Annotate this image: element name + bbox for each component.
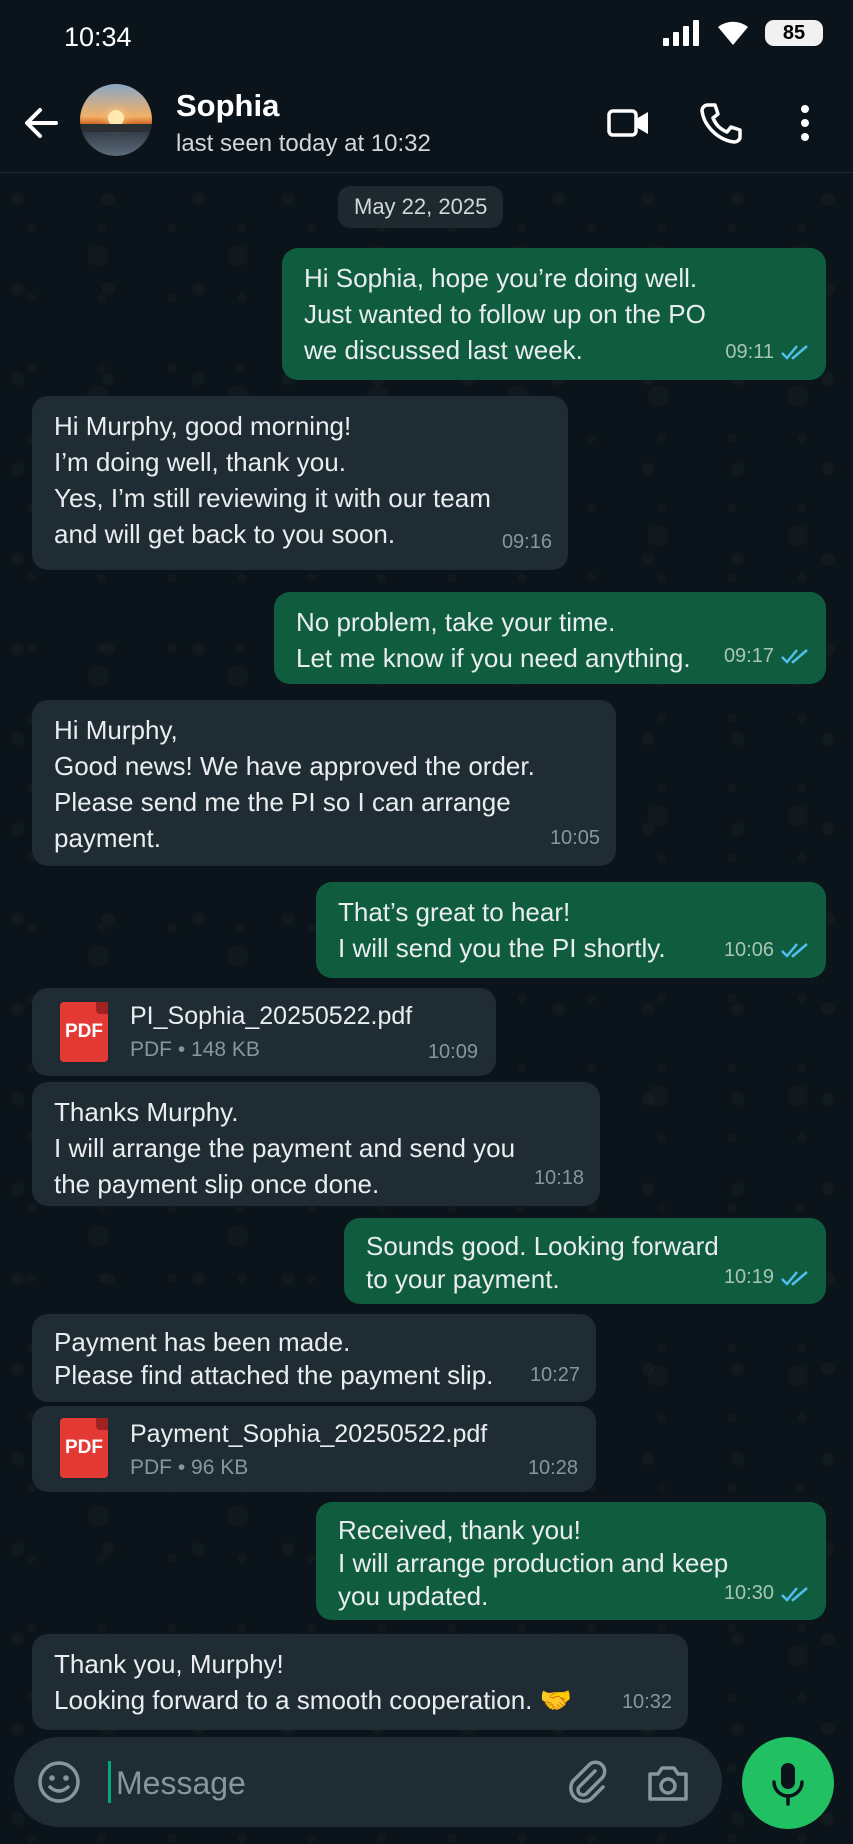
chat-header: Sophia last seen today at 10:32 [0,78,853,173]
contact-avatar[interactable] [80,84,152,156]
outgoing-message[interactable]: That’s great to hear! I will send you th… [316,882,826,978]
camera-icon[interactable] [644,1759,692,1807]
read-receipt-icon [781,649,808,664]
message-time: 10:28 [527,1457,578,1479]
message-text: Yes, I’m still reviewing it with our tea… [54,483,491,513]
attachment-info: PDF • 148 KB [130,1038,260,1061]
incoming-message[interactable]: Thanks Murphy. I will arrange the paymen… [32,1082,600,1206]
message-text: Looking forward to a smooth cooperation.… [54,1685,572,1715]
message-text: Payment has been made. [54,1327,351,1357]
message-text: No problem, take your time. [296,607,616,637]
incoming-message[interactable]: Payment has been made. Please find attac… [32,1314,596,1402]
message-text: Thank you, Murphy! [54,1649,284,1679]
attachment-filename: Payment_Sophia_20250522.pdf [130,1420,488,1448]
message-text: Hi Murphy, good morning! [54,411,352,441]
message-text: Thanks Murphy. [54,1097,239,1127]
attachment-filename: PI_Sophia_20250522.pdf [130,1002,413,1030]
status-icons: 85 [663,18,823,48]
pdf-attachment-message[interactable]: PDF Payment_Sophia_20250522.pdf PDF • 96… [32,1406,596,1492]
message-text: I will arrange the payment and send you [54,1133,516,1163]
message-time: 09:11 [725,341,774,363]
message-time: 10:19 [723,1266,774,1288]
back-arrow-icon[interactable] [20,102,62,144]
message-time: 09:17 [723,645,774,667]
message-text: Just wanted to follow up on the PO [304,299,706,329]
attachment-paperclip-icon[interactable] [562,1757,612,1807]
read-receipt-icon [781,1586,808,1602]
attachment-info: PDF • 96 KB [130,1456,249,1479]
message-time: 10:06 [723,939,774,961]
message-time: 10:30 [723,1582,774,1604]
outgoing-message[interactable]: Received, thank you! I will arrange prod… [316,1502,826,1620]
message-time: 10:18 [533,1167,584,1189]
message-time: 09:16 [501,531,552,553]
incoming-message[interactable]: Hi Murphy, Good news! We have approved t… [32,700,616,866]
message-time: 10:27 [529,1364,580,1386]
message-text: Sounds good. Looking forward [366,1231,719,1261]
date-separator: May 22, 2025 [338,186,504,228]
pdf-file-icon: PDF [60,1002,108,1062]
contact-last-seen: last seen today at 10:32 [176,130,431,157]
video-call-icon[interactable] [606,100,652,146]
message-text: Hi Murphy, [54,715,178,745]
outgoing-message[interactable]: No problem, take your time. Let me know … [274,592,826,684]
battery-indicator: 85 [765,20,823,46]
wifi-icon [718,21,748,45]
voice-call-icon[interactable] [698,100,744,146]
voice-message-button[interactable] [742,1737,834,1829]
pdf-attachment-message[interactable]: PDF PI_Sophia_20250522.pdf PDF • 148 KB … [32,988,496,1076]
read-receipt-icon [781,1270,808,1286]
emoji-icon[interactable] [36,1759,82,1805]
status-time: 10:34 [64,22,132,52]
message-time: 10:05 [549,827,600,849]
signal-icon [663,20,699,46]
read-receipt-icon [781,943,808,958]
contact-name[interactable]: Sophia [176,88,279,124]
message-text: payment. [54,823,161,853]
message-text: Hi Sophia, hope you’re doing well. [304,263,698,293]
read-receipt-icon [781,345,808,360]
message-text: I will arrange production and keep [338,1548,729,1578]
message-text: I’m doing well, thank you. [54,447,346,477]
text-cursor [108,1761,111,1803]
incoming-message[interactable]: Hi Murphy, good morning! I’m doing well,… [32,396,568,570]
message-time: 10:32 [621,1691,672,1713]
more-options-icon[interactable] [782,100,828,146]
pdf-file-icon: PDF [60,1418,108,1478]
message-text: and will get back to you soon. [54,519,396,549]
status-bar: 10:34 85 [0,0,853,78]
message-text: Good news! We have approved the order. [54,751,535,781]
message-text: Please find attached the payment slip. [54,1360,494,1390]
incoming-message[interactable]: Thank you, Murphy! Looking forward to a … [32,1634,688,1730]
message-text: the payment slip once done. [54,1169,380,1199]
microphone-icon [772,1763,804,1806]
outgoing-message[interactable]: Hi Sophia, hope you’re doing well. Just … [282,248,826,380]
message-input[interactable] [114,1755,478,1811]
message-time: 10:09 [427,1041,478,1063]
message-text: Please send me the PI so I can arrange [54,787,511,817]
message-text: That’s great to hear! [338,897,571,927]
message-composer [14,1737,722,1827]
message-text: Received, thank you! [338,1515,581,1545]
outgoing-message[interactable]: Sounds good. Looking forward to your pay… [344,1218,826,1304]
